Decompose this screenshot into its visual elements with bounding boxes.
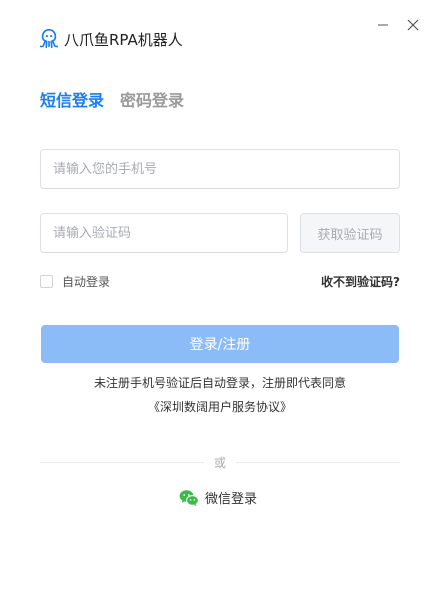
minimize-button[interactable] — [374, 16, 392, 34]
verification-code-input[interactable] — [40, 213, 288, 253]
wechat-icon — [179, 489, 199, 506]
no-code-link[interactable]: 收不到验证码? — [321, 273, 400, 290]
phone-input[interactable] — [40, 149, 400, 189]
get-code-button[interactable]: 获取验证码 — [300, 213, 400, 253]
divider-line-right — [236, 461, 401, 463]
wechat-login-button[interactable]: 微信登录 — [179, 488, 257, 507]
user-agreement-link[interactable]: 《深圳数阔用户服务协议》 — [148, 400, 292, 414]
checkbox-box[interactable] — [40, 275, 53, 288]
auto-login-checkbox[interactable]: 自动登录 — [40, 273, 110, 290]
login-tabs: 短信登录 密码登录 — [40, 87, 184, 111]
divider-line-left — [40, 461, 204, 463]
octopus-logo-icon — [39, 29, 59, 49]
wechat-login-label: 微信登录 — [205, 492, 258, 507]
minimize-icon — [378, 24, 388, 26]
app-header: 八爪鱼RPA机器人 — [38, 28, 183, 50]
or-divider: 或 — [40, 455, 401, 470]
auto-login-label: 自动登录 — [62, 275, 111, 289]
divider-text: 或 — [214, 455, 227, 470]
tab-password-login[interactable]: 密码登录 — [120, 87, 184, 111]
login-register-button[interactable]: 登录/注册 — [41, 325, 399, 363]
agreement-row: 《深圳数阔用户服务协议》 — [0, 398, 440, 416]
tab-sms-login[interactable]: 短信登录 — [40, 87, 104, 111]
register-notice: 未注册手机号验证后自动登录，注册即代表同意 — [93, 376, 346, 390]
close-icon — [407, 19, 419, 31]
app-title: 八爪鱼RPA机器人 — [64, 30, 183, 49]
close-button[interactable] — [404, 16, 422, 34]
